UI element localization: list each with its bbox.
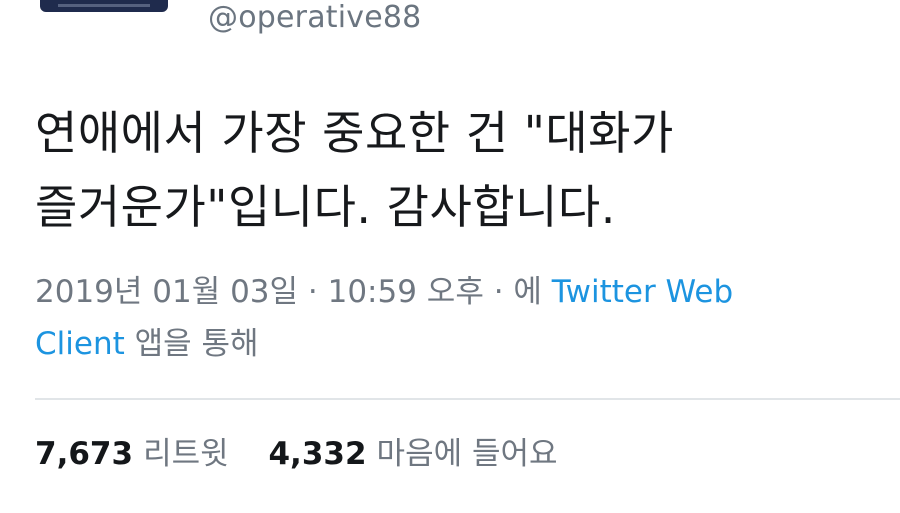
likes-count: 4,332: [268, 436, 367, 472]
retweets-count: 7,673: [35, 436, 134, 472]
tweet-metadata: 2019년 01월 03일 · 10:59 오후 · 에 Twitter Web…: [35, 266, 875, 370]
avatar[interactable]: [40, 0, 168, 12]
tweet-text: 연애에서 가장 중요한 건 "대화가 즐거운가"입니다. 감사합니다.: [35, 96, 875, 244]
tweet-metadata-line-1: 2019년 01월 03일 · 10:59 오후 · 에 Twitter Web: [35, 266, 875, 318]
retweets-label: 리트윗: [143, 436, 229, 472]
user-handle[interactable]: @operative88: [208, 0, 421, 35]
client-suffix: 앱을 통해: [124, 326, 259, 362]
tweet-stats: 7,673 리트윗 4,332 마음에 들어요: [35, 432, 588, 476]
likes-label: 마음에 들어요: [376, 436, 558, 472]
tweet-text-line-1: 연애에서 가장 중요한 건 "대화가: [35, 106, 674, 160]
likes-stat[interactable]: 4,332 마음에 들어요: [268, 432, 557, 476]
retweets-stat[interactable]: 7,673 리트윗: [35, 432, 229, 476]
tweet-metadata-line-2: Client 앱을 통해: [35, 318, 875, 370]
client-link-part-2[interactable]: Client: [35, 326, 125, 362]
tweet-text-line-2: 즐거운가"입니다. 감사합니다.: [35, 180, 616, 234]
client-link-part-1[interactable]: Twitter Web: [552, 274, 733, 310]
divider: [35, 398, 900, 400]
tweet-timestamp[interactable]: 2019년 01월 03일 · 10:59 오후 · 에: [35, 274, 552, 310]
